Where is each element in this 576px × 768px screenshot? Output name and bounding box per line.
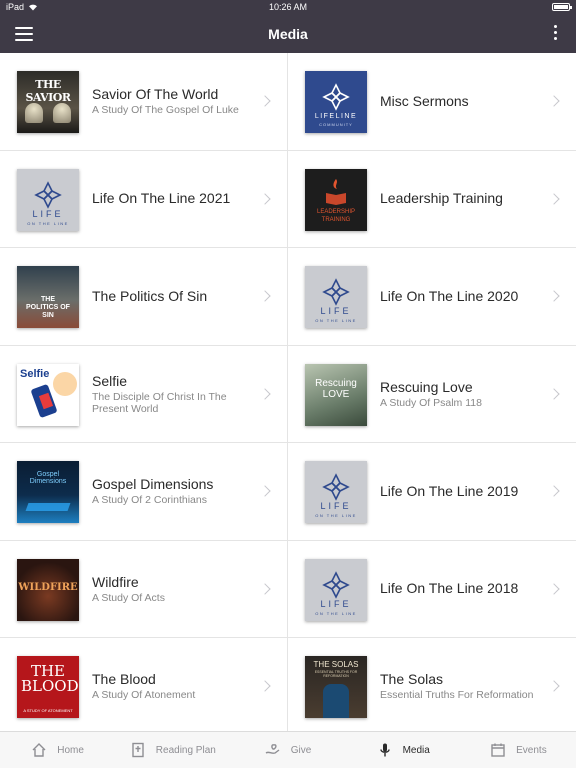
item-title: Savior Of The World bbox=[92, 86, 219, 103]
chevron-right-icon bbox=[259, 387, 271, 400]
item-title: Leadership Training bbox=[380, 190, 503, 207]
item-title: Misc Sermons bbox=[380, 92, 469, 109]
tab-label: Home bbox=[57, 744, 84, 756]
item-subtitle: A Study Of Acts bbox=[92, 591, 165, 604]
media-item-life-on-the-line-2019[interactable]: LIFE ON THE LINE Life On The Line 2019 bbox=[288, 443, 576, 541]
bible-icon bbox=[132, 742, 144, 758]
series-artwork: WILDFIRE bbox=[17, 558, 79, 621]
status-bar: iPad 10:26 AM bbox=[0, 0, 576, 14]
chevron-right-icon bbox=[548, 192, 560, 205]
lifeline-logo-icon bbox=[322, 570, 350, 599]
media-item-life-on-the-line-2021[interactable]: LIFE ON THE LINE Life On The Line 2021 bbox=[0, 150, 288, 248]
item-title: Life On The Line 2020 bbox=[380, 287, 519, 304]
media-item-leadership-training[interactable]: LEADERSHIP TRAINING Leadership Training bbox=[288, 151, 576, 248]
item-title: Life On The Line 2021 bbox=[92, 190, 231, 207]
series-artwork: Rescuing LOVE bbox=[305, 363, 367, 426]
media-item-wildfire[interactable]: WILDFIRE Wildfire A Study Of Acts bbox=[0, 540, 288, 638]
lifeline-logo-icon bbox=[322, 473, 350, 501]
chevron-right-icon bbox=[548, 387, 560, 400]
series-artwork: LIFELINE COMMUNITY bbox=[305, 71, 367, 133]
chevron-right-icon bbox=[259, 582, 271, 595]
status-time: 10:26 AM bbox=[268, 2, 308, 12]
series-artwork: THE BLOOD A STUDY OF ATONEMENT bbox=[17, 656, 79, 718]
chevron-right-icon bbox=[259, 95, 271, 107]
chevron-right-icon bbox=[548, 582, 560, 595]
media-item-selfie[interactable]: Selfie Selfie The Disciple Of Christ In T… bbox=[0, 345, 288, 443]
tab-events[interactable]: Events bbox=[461, 732, 576, 768]
media-item-rescuing-love[interactable]: Rescuing LOVE Rescuing Love A Study Of Ps… bbox=[288, 346, 576, 443]
battery-icon bbox=[552, 3, 572, 11]
series-artwork: Gospel Dimensions bbox=[17, 461, 79, 523]
chevron-right-icon bbox=[548, 485, 560, 497]
item-subtitle: A Study Of The Gospel Of Luke bbox=[92, 104, 239, 117]
home-icon bbox=[32, 743, 46, 757]
item-subtitle: The Disciple Of Christ In The Present Wo… bbox=[92, 390, 227, 415]
media-grid: THE SAVIOR Savior Of The World A Study Of… bbox=[0, 53, 576, 731]
series-artwork: LIFE ON THE LINE bbox=[305, 558, 367, 621]
chevron-right-icon bbox=[259, 680, 271, 692]
series-artwork: LIFE ON THE LINE bbox=[305, 266, 367, 328]
tab-label: Give bbox=[290, 744, 312, 756]
give-icon bbox=[265, 744, 280, 754]
tab-media[interactable]: Media bbox=[346, 732, 461, 768]
media-item-life-on-the-line-2018[interactable]: LIFE ON THE LINE Life On The Line 2018 bbox=[288, 541, 576, 638]
tab-home[interactable]: Home bbox=[0, 732, 115, 768]
item-subtitle: Essential Truths For Reformation bbox=[380, 689, 534, 702]
series-artwork: THE SOLAS ESSENTIAL TRUTHS FOR REFORMATI… bbox=[305, 656, 367, 718]
book-flame-icon bbox=[326, 178, 346, 205]
media-item-the-solas[interactable]: THE SOLAS ESSENTIAL TRUTHS FOR REFORMATI… bbox=[288, 638, 576, 731]
page-title: Media bbox=[268, 26, 308, 42]
series-artwork: LIFE ON THE LINE bbox=[17, 168, 79, 231]
chevron-right-icon bbox=[548, 95, 560, 107]
tab-label: Media bbox=[402, 744, 430, 756]
item-title: Selfie bbox=[92, 372, 128, 389]
nav-bar: Media bbox=[0, 14, 576, 53]
chevron-right-icon bbox=[259, 485, 271, 497]
item-title: Life On The Line 2019 bbox=[380, 482, 519, 499]
item-title: Gospel Dimensions bbox=[92, 476, 214, 493]
tab-label: Reading Plan bbox=[155, 744, 216, 756]
item-subtitle: A Study Of Psalm 118 bbox=[380, 396, 482, 409]
item-title: The Politics Of Sin bbox=[92, 287, 208, 304]
item-subtitle: A Study Of 2 Corinthians bbox=[92, 494, 207, 507]
calendar-icon bbox=[491, 743, 505, 757]
tab-bar: Home Reading Plan Give Media Events bbox=[0, 731, 576, 768]
tab-give[interactable]: Give bbox=[230, 732, 345, 768]
series-artwork: LIFE ON THE LINE bbox=[305, 461, 367, 523]
chevron-right-icon bbox=[548, 680, 560, 692]
media-item-life-on-the-line-2020[interactable]: LIFE ON THE LINE Life On The Line 2020 bbox=[288, 248, 576, 346]
chevron-right-icon bbox=[259, 192, 271, 205]
media-item-savior-of-the-world[interactable]: THE SAVIOR Savior Of The World A Study Of… bbox=[0, 53, 288, 151]
chevron-right-icon bbox=[548, 290, 560, 302]
media-item-the-blood[interactable]: THE BLOOD A STUDY OF ATONEMENT The Blood… bbox=[0, 638, 288, 731]
item-title: The Blood bbox=[92, 671, 156, 688]
chevron-right-icon bbox=[259, 290, 271, 302]
item-subtitle: A Study Of Atonement bbox=[92, 689, 196, 702]
media-item-the-politics-of-sin[interactable]: THE POLITICS OF SIN The Politics Of Sin bbox=[0, 248, 288, 346]
series-artwork: THE POLITICS OF SIN bbox=[17, 266, 79, 328]
tab-reading-plan[interactable]: Reading Plan bbox=[115, 732, 230, 768]
item-title: Wildfire bbox=[92, 573, 139, 590]
series-artwork: LEADERSHIP TRAINING bbox=[305, 168, 367, 231]
lifeline-logo-icon bbox=[322, 278, 350, 306]
tab-label: Events bbox=[516, 744, 547, 756]
item-title: Rescuing Love bbox=[380, 378, 473, 395]
more-options-icon[interactable] bbox=[552, 25, 558, 43]
media-item-misc-sermons[interactable]: LIFELINE COMMUNITY Misc Sermons bbox=[288, 53, 576, 151]
microphone-icon bbox=[379, 743, 390, 757]
item-title: Life On The Line 2018 bbox=[380, 580, 519, 597]
series-artwork: Selfie bbox=[17, 363, 79, 426]
lifeline-logo-icon bbox=[322, 83, 350, 111]
media-item-gospel-dimensions[interactable]: Gospel Dimensions Gospel Dimensions A Stu… bbox=[0, 443, 288, 541]
series-artwork: THE SAVIOR bbox=[17, 71, 79, 133]
item-title: The Solas bbox=[380, 671, 444, 688]
lifeline-logo-icon bbox=[34, 180, 62, 209]
